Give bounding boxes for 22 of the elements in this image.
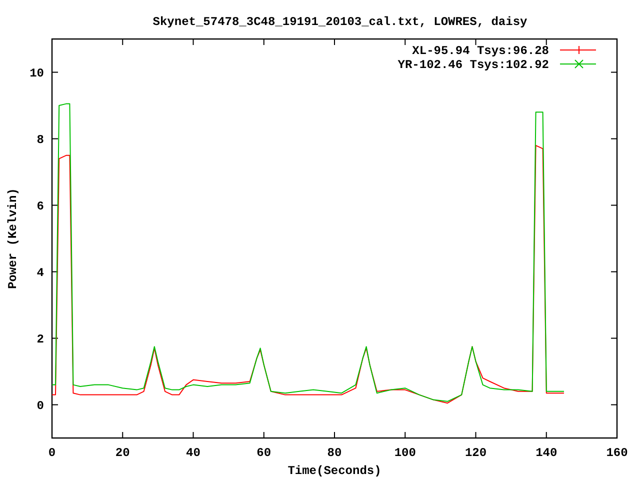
tick-label: 0: [36, 398, 44, 413]
axis-label: Power (Kelvin): [6, 188, 20, 289]
tick-label: 10: [30, 66, 44, 80]
tick-label: 60: [256, 446, 272, 460]
tick-label: 0: [48, 446, 56, 460]
axis-label: Time(Seconds): [288, 464, 382, 478]
legend-label: YR-102.46 Tsys:102.92: [398, 58, 549, 72]
tick-label: 6: [36, 199, 44, 214]
tick-label: 120: [464, 446, 487, 460]
tick-label: 100: [394, 446, 416, 460]
tick-label: 160: [606, 446, 628, 460]
legend-line-icon: [560, 46, 596, 54]
tick-label: 80: [327, 446, 342, 460]
tick-label: 4: [36, 266, 44, 280]
tick-label: 40: [186, 446, 200, 460]
legend-line-icon: [560, 60, 596, 68]
tick-label: 8: [36, 132, 44, 147]
tick-label: 20: [115, 446, 130, 460]
chart-title: Skynet_57478_3C48_19191_20103_cal.txt, LOWRES, daisy: [152, 15, 528, 29]
tick-label: 2: [36, 332, 44, 346]
tick-label: 140: [536, 446, 558, 460]
legend-label: XL-95.94 Tsys:96.28: [412, 44, 549, 58]
